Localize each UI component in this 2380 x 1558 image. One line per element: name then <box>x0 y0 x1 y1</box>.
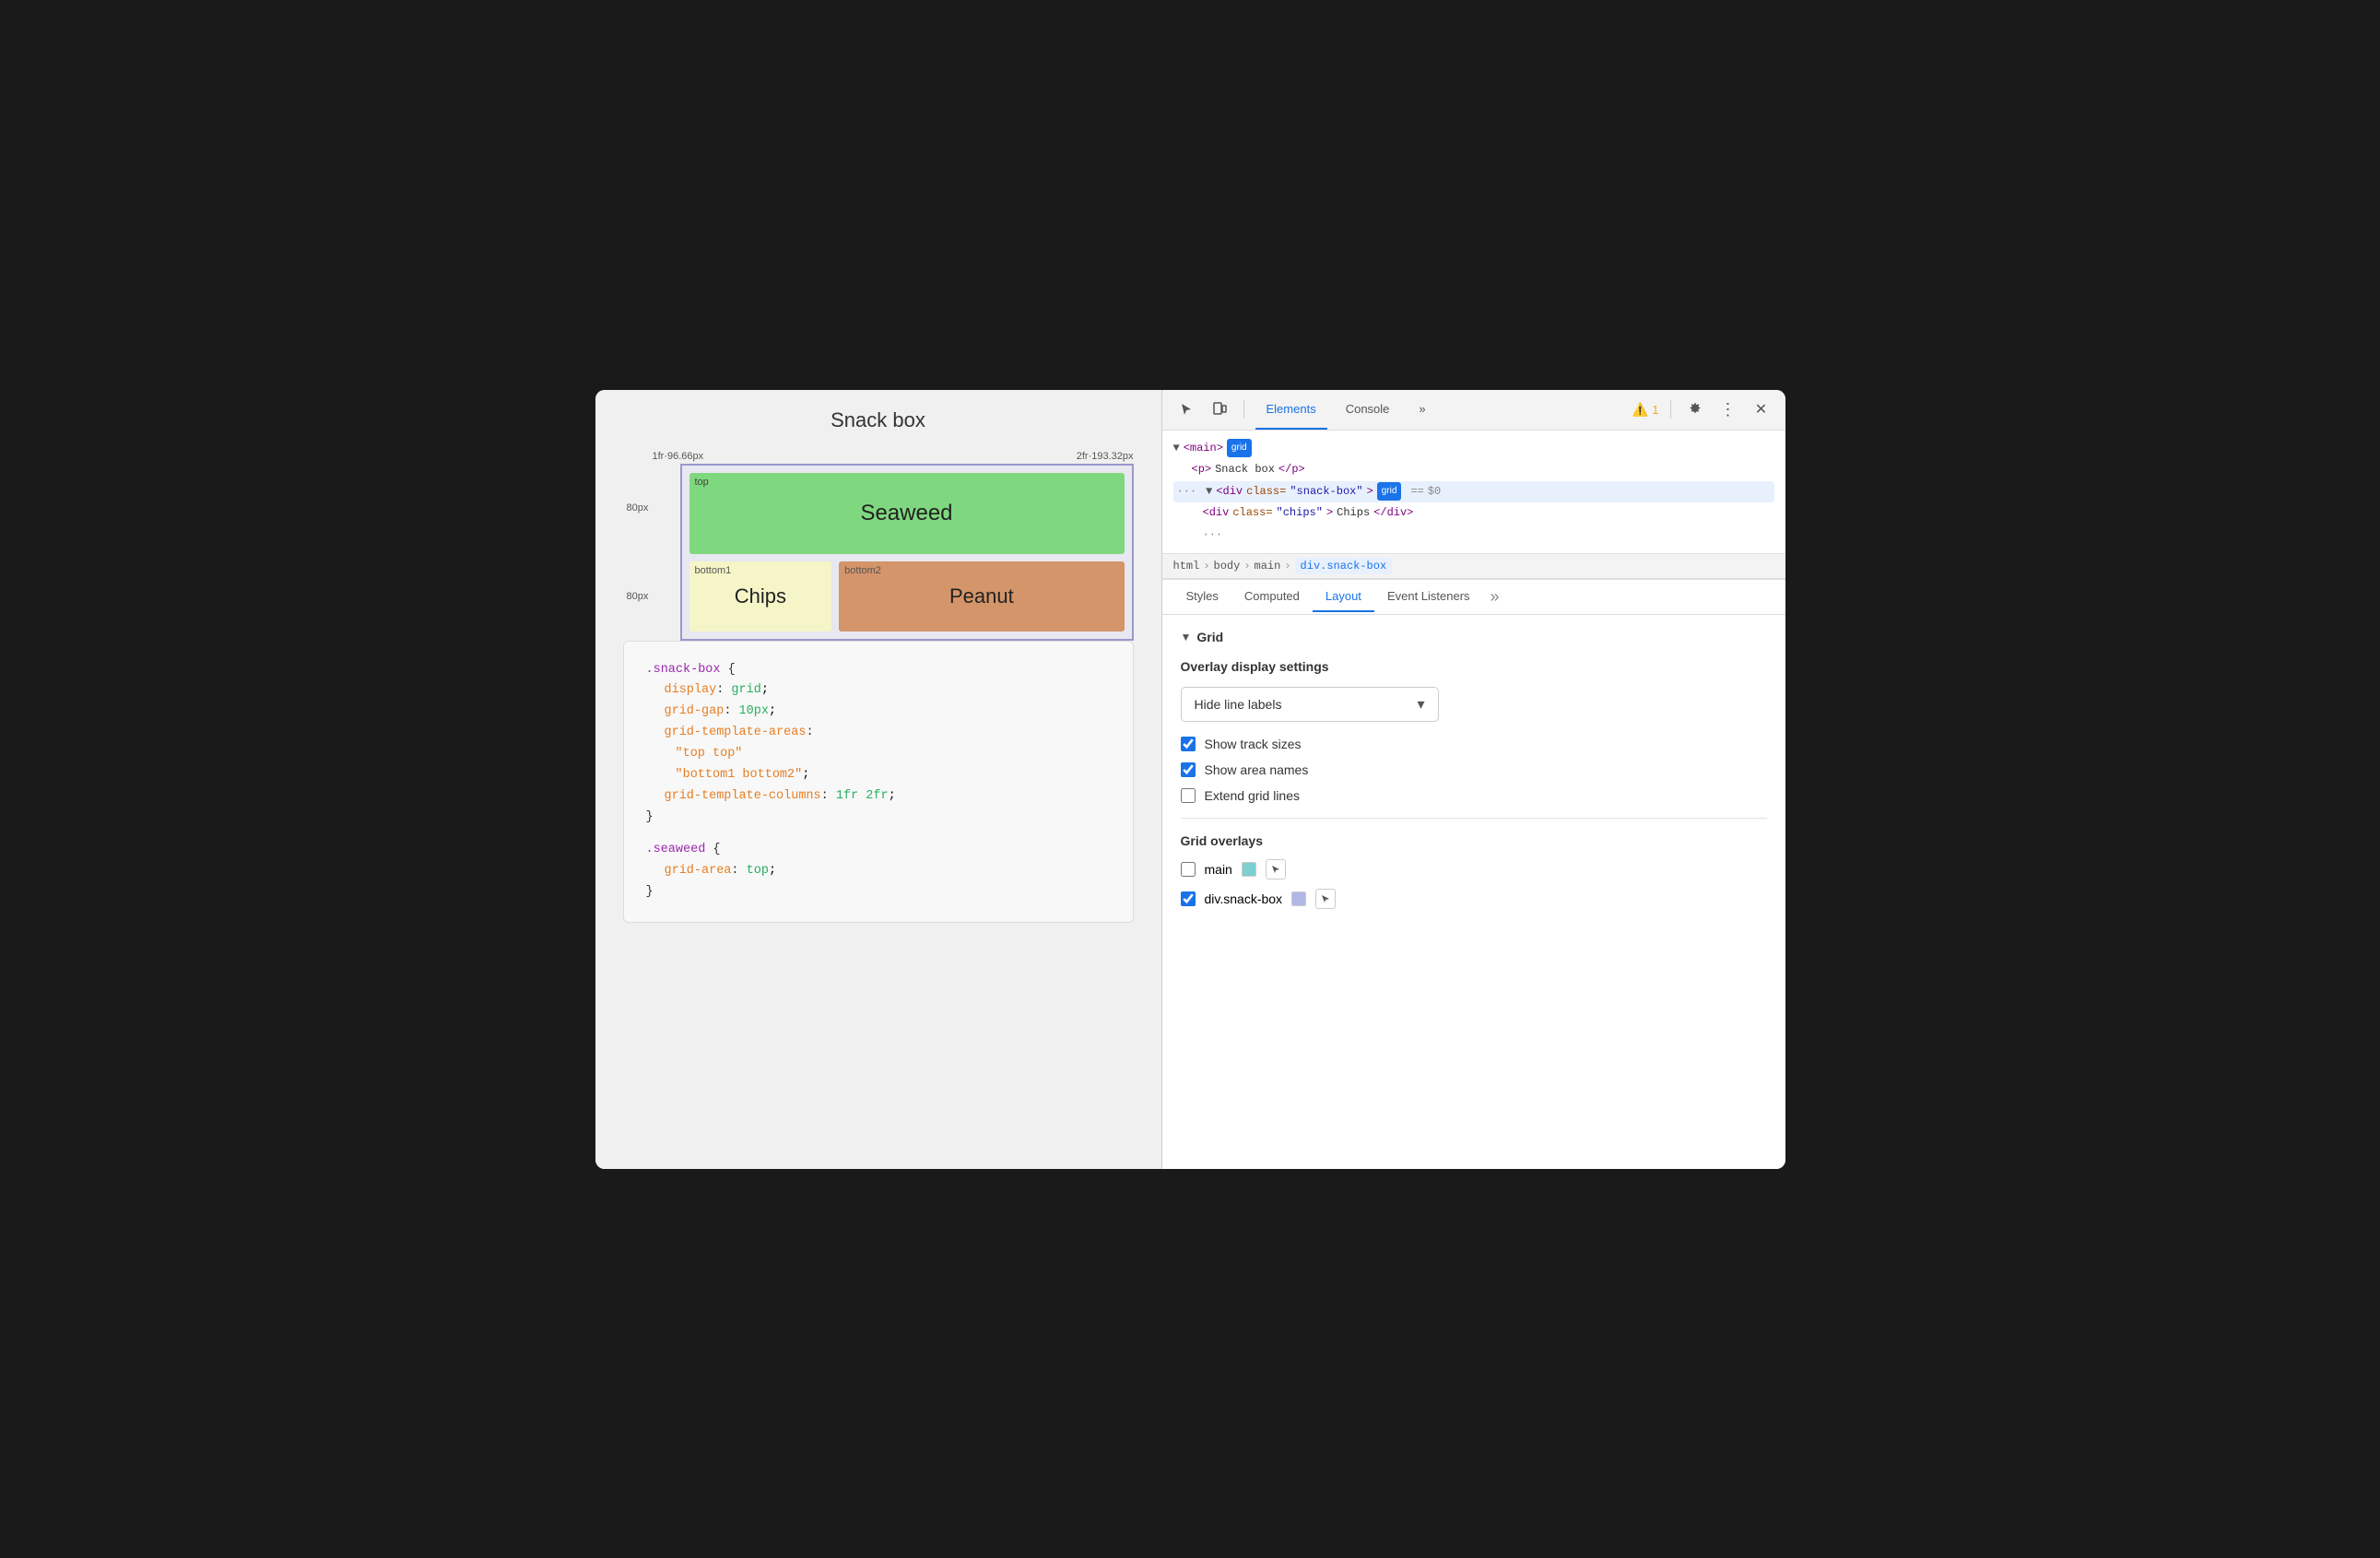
checkbox-track-sizes: Show track sizes <box>1181 737 1767 751</box>
show-area-names-checkbox[interactable] <box>1181 762 1196 777</box>
more-dots-icon[interactable]: ⋮ <box>1715 396 1741 422</box>
dom-line-main[interactable]: ▼ <main> grid <box>1173 438 1774 460</box>
chips-cell: bottom1 Chips <box>689 561 832 631</box>
grid-badge-main: grid <box>1227 439 1252 457</box>
row-labels: 80px 80px <box>627 464 653 641</box>
code-line-6: "bottom1 bottom2"; <box>646 765 1111 786</box>
overlay-main-inspect-icon[interactable] <box>1266 859 1286 879</box>
code-line-11: } <box>646 882 1111 903</box>
seaweed-cell: top Seaweed <box>689 473 1125 554</box>
grid-title-text: Grid <box>1196 630 1223 644</box>
overlay-row-snackbox: div.snack-box <box>1181 889 1767 909</box>
dom-tree: ▼ <main> grid <p>Snack box</p> ··· ▼ <di… <box>1162 431 1785 555</box>
row-label-2: 80px <box>627 552 653 641</box>
warning-badge: ⚠️ 1 <box>1632 402 1659 418</box>
chips-area-label: bottom1 <box>695 565 732 576</box>
extend-grid-lines-checkbox[interactable] <box>1181 788 1196 803</box>
grid-panel-content: ▼ Grid Overlay display settings Hide lin… <box>1162 615 1785 1168</box>
tab-elements[interactable]: Elements <box>1255 390 1327 430</box>
triangle-icon: ▼ <box>1181 631 1192 643</box>
tab-layout[interactable]: Layout <box>1313 582 1374 612</box>
checkbox-area-names: Show area names <box>1181 762 1767 777</box>
grid-container: top Seaweed bottom1 Chips bottom2 Peanut <box>680 464 1134 641</box>
peanut-cell: bottom2 Peanut <box>839 561 1124 631</box>
toolbar-divider-1 <box>1243 400 1244 419</box>
dom-line-more[interactable]: ··· <box>1173 525 1774 547</box>
cursor-icon[interactable] <box>1173 396 1199 422</box>
overlay-main-checkbox[interactable] <box>1181 862 1196 877</box>
code-line-10: grid-area: top; <box>646 861 1111 882</box>
seaweed-area-label: top <box>695 477 709 488</box>
page-title: Snack box <box>623 408 1134 432</box>
code-line-5: "top top" <box>646 744 1111 765</box>
show-track-sizes-label: Show track sizes <box>1205 737 1302 751</box>
seaweed-text: Seaweed <box>860 501 952 526</box>
breadcrumb: html › body › main › div.snack-box <box>1162 554 1785 579</box>
browser-window: Snack box 1fr·96.66px 2fr·193.32px 80px … <box>595 390 1785 1169</box>
device-icon[interactable] <box>1207 396 1232 422</box>
breadcrumb-snackbox[interactable]: div.snack-box <box>1295 558 1393 574</box>
show-track-sizes-checkbox[interactable] <box>1181 737 1196 751</box>
devtools-panel: Elements Console » ⚠️ 1 ⋮ ✕ <box>1162 390 1785 1169</box>
tab-console[interactable]: Console <box>1335 390 1401 430</box>
gear-icon[interactable] <box>1682 396 1708 422</box>
overlay-row-main: main <box>1181 859 1767 879</box>
code-line-9: .seaweed { <box>646 840 1111 861</box>
section-divider <box>1181 818 1767 819</box>
left-panel: Snack box 1fr·96.66px 2fr·193.32px 80px … <box>595 390 1162 1169</box>
more-panels-icon[interactable]: » <box>1483 580 1507 614</box>
overlay-snackbox-label: div.snack-box <box>1205 891 1283 906</box>
code-line-4: grid-template-areas: <box>646 723 1111 744</box>
overlay-settings-title: Overlay display settings <box>1181 659 1767 674</box>
code-line-7: grid-template-columns: 1fr 2fr; <box>646 786 1111 808</box>
close-icon[interactable]: ✕ <box>1749 396 1774 422</box>
overlay-snackbox-color-swatch[interactable] <box>1291 891 1306 906</box>
grid-section-title: ▼ Grid <box>1181 630 1767 644</box>
dom-section: ▼ <main> grid <p>Snack box</p> ··· ▼ <di… <box>1162 431 1785 581</box>
peanut-area-label: bottom2 <box>844 565 881 576</box>
warning-triangle-icon: ⚠️ <box>1632 402 1648 418</box>
dom-line-chips[interactable]: <div class="chips" > Chips </div> <box>1173 502 1774 525</box>
col-label-2: 2fr·193.32px <box>1077 451 1134 462</box>
dom-line-p[interactable]: <p>Snack box</p> <box>1173 459 1774 481</box>
overlay-main-label: main <box>1205 862 1232 877</box>
dropdown-container: Hide line labels ▾ <box>1181 687 1767 722</box>
dropdown-arrow-icon: ▾ <box>1417 695 1424 714</box>
breadcrumb-html[interactable]: html <box>1173 560 1200 572</box>
row-label-1: 80px <box>627 464 653 552</box>
dom-ellipsis: ··· <box>1177 482 1197 502</box>
breadcrumb-body[interactable]: body <box>1214 560 1241 572</box>
tab-event-listeners[interactable]: Event Listeners <box>1374 582 1483 612</box>
code-line-2: display: grid; <box>646 680 1111 702</box>
overlay-snackbox-checkbox[interactable] <box>1181 891 1196 906</box>
col-label-1: 1fr·96.66px <box>653 451 704 462</box>
line-labels-dropdown[interactable]: Hide line labels ▾ <box>1181 687 1439 722</box>
code-line-3: grid-gap: 10px; <box>646 702 1111 723</box>
devtools-toolbar: Elements Console » ⚠️ 1 ⋮ ✕ <box>1162 390 1785 431</box>
code-line-8: } <box>646 808 1111 829</box>
overlay-snackbox-inspect-icon[interactable] <box>1315 889 1336 909</box>
dollar-badge: $0 <box>1428 482 1441 502</box>
checkbox-extend-grid: Extend grid lines <box>1181 788 1767 803</box>
code-line-1: .snack-box { <box>646 660 1111 681</box>
code-block: .snack-box { display: grid; grid-gap: 10… <box>623 641 1134 923</box>
toolbar-divider-2 <box>1670 400 1671 419</box>
tab-more[interactable]: » <box>1408 390 1436 430</box>
warning-count: 1 <box>1652 403 1658 417</box>
panel-tabs: Styles Computed Layout Event Listeners » <box>1162 580 1785 615</box>
peanut-text: Peanut <box>949 584 1014 608</box>
grid-visualizer: 1fr·96.66px 2fr·193.32px 80px 80px top S… <box>623 451 1134 641</box>
tab-styles[interactable]: Styles <box>1173 582 1231 612</box>
overlay-main-color-swatch[interactable] <box>1242 862 1256 877</box>
grid-badge-snackbox: grid <box>1377 482 1402 501</box>
show-area-names-label: Show area names <box>1205 762 1309 777</box>
dom-line-snackbox[interactable]: ··· ▼ <div class="snack-box" > grid == $… <box>1173 481 1774 503</box>
dropdown-value: Hide line labels <box>1195 697 1282 712</box>
chips-text: Chips <box>735 584 786 608</box>
grid-overlays-title: Grid overlays <box>1181 833 1767 848</box>
extend-grid-lines-label: Extend grid lines <box>1205 788 1301 803</box>
breadcrumb-main[interactable]: main <box>1255 560 1281 572</box>
tab-computed[interactable]: Computed <box>1231 582 1313 612</box>
